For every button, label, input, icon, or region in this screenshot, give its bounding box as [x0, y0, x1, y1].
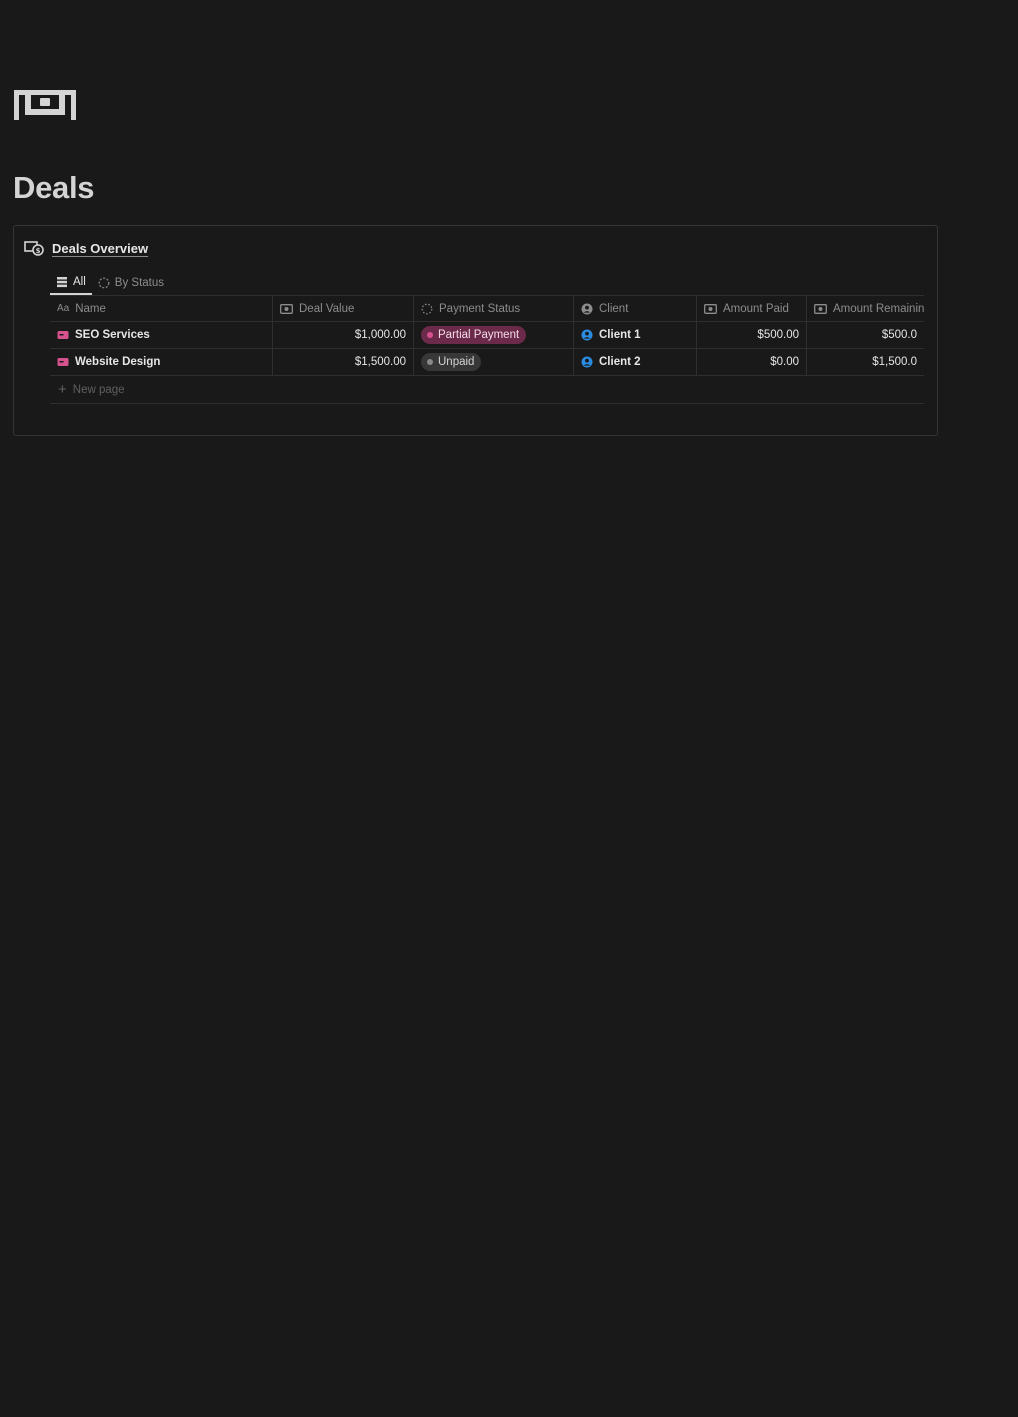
view-tab-all[interactable]: All	[50, 271, 92, 295]
view-tab-by-status[interactable]: By Status	[92, 271, 170, 295]
table-header-row: Aa Name Deal Value Payment Status Client…	[50, 296, 924, 322]
money-chart-icon: $	[24, 241, 44, 256]
page-title[interactable]: Deals	[13, 170, 95, 206]
person-icon	[581, 303, 593, 314]
column-header-payment-status[interactable]: Payment Status	[414, 296, 574, 321]
column-header-client[interactable]: Client	[574, 296, 697, 321]
status-dot	[427, 359, 433, 365]
new-page-label: New page	[72, 383, 125, 396]
table-row[interactable]: Website Design $1,500.00 Unpaid Client 2…	[50, 349, 924, 376]
column-label: Amount Paid	[723, 302, 789, 315]
database-block: $ Deals Overview All By Status Aa Name D…	[13, 225, 938, 436]
column-label: Payment Status	[439, 302, 521, 315]
client-name: Client 2	[599, 356, 641, 368]
name-cell[interactable]: Website Design	[50, 349, 273, 375]
database-title[interactable]: Deals Overview	[52, 241, 148, 256]
table-row[interactable]: SEO Services $1,000.00 Partial Payment C…	[50, 322, 924, 349]
name-cell[interactable]: SEO Services	[50, 322, 273, 348]
amount-paid-cell[interactable]: $0.00	[697, 349, 807, 375]
page: Deals $ Deals Overview All By Status Aa …	[0, 0, 1018, 1417]
row-name: SEO Services	[75, 329, 150, 341]
amount-remaining-cell[interactable]: $1,500.0	[807, 349, 924, 375]
money-icon	[814, 303, 827, 314]
money-icon	[280, 303, 293, 314]
database-header: $ Deals Overview	[24, 240, 148, 256]
client-name: Client 1	[599, 329, 641, 341]
money-icon	[704, 303, 717, 314]
person-icon	[581, 356, 593, 368]
cash-icon[interactable]	[13, 88, 77, 122]
status-icon	[98, 277, 110, 289]
amount-paid-cell[interactable]: $500.00	[697, 322, 807, 348]
table-icon	[57, 277, 67, 288]
status-badge[interactable]: Partial Payment	[421, 326, 527, 344]
column-header-deal-value[interactable]: Deal Value	[273, 296, 414, 321]
status-label: Unpaid	[438, 356, 475, 368]
column-header-name[interactable]: Aa Name	[50, 296, 273, 321]
client-cell[interactable]: Client 2	[574, 349, 697, 375]
deals-table: Aa Name Deal Value Payment Status Client…	[50, 295, 924, 404]
amount-remaining-cell[interactable]: $500.0	[807, 322, 924, 348]
svg-text:$: $	[36, 247, 41, 255]
ticket-icon	[57, 358, 69, 366]
payment-status-cell[interactable]: Unpaid	[414, 349, 574, 375]
person-icon	[581, 329, 593, 341]
view-tabs: All By Status	[50, 270, 170, 296]
view-tab-label: All	[73, 276, 86, 288]
row-name: Website Design	[75, 356, 161, 368]
column-label: Name	[75, 302, 106, 315]
column-label: Amount Remainin	[833, 302, 924, 315]
column-header-amount-remaining[interactable]: Amount Remainin	[807, 296, 924, 321]
column-header-amount-paid[interactable]: Amount Paid	[697, 296, 807, 321]
column-label: Deal Value	[299, 302, 355, 315]
status-badge[interactable]: Unpaid	[421, 353, 482, 371]
status-dot	[427, 332, 433, 338]
column-label: Client	[599, 302, 629, 315]
client-cell[interactable]: Client 1	[574, 322, 697, 348]
payment-status-cell[interactable]: Partial Payment	[414, 322, 574, 348]
view-tab-label: By Status	[114, 277, 164, 289]
deal-value-cell[interactable]: $1,500.00	[273, 349, 414, 375]
text-icon: Aa	[57, 303, 70, 314]
status-icon	[421, 303, 433, 314]
plus-icon: +	[58, 381, 67, 398]
ticket-icon	[57, 331, 69, 339]
deal-value-cell[interactable]: $1,000.00	[273, 322, 414, 348]
new-page-button[interactable]: + New page	[50, 376, 924, 404]
status-label: Partial Payment	[438, 329, 520, 341]
